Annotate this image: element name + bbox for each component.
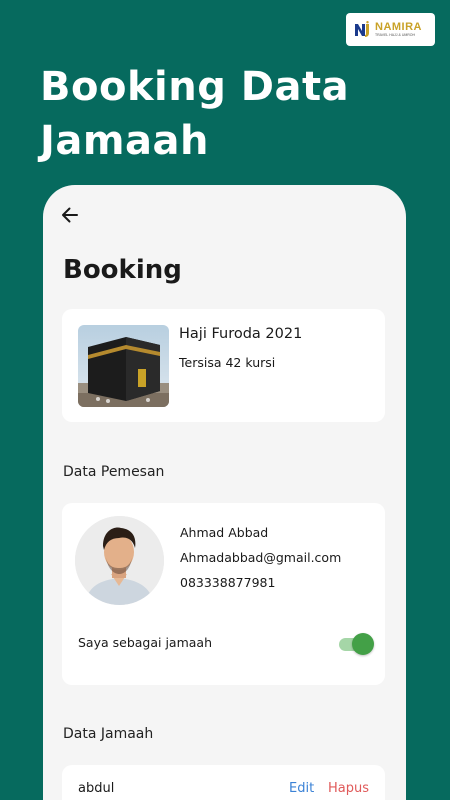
booker-card: Ahmad Abbad Ahmadabbad@gmail.com 0833388… bbox=[62, 503, 385, 685]
namira-logo-icon bbox=[355, 20, 369, 37]
brand-name: NAMIRA bbox=[375, 20, 422, 33]
pilgrim-name: abdul bbox=[78, 781, 115, 796]
kaaba-image bbox=[78, 325, 169, 407]
brand-logo: NAMIRA TRAVEL HAJJ & UMROH bbox=[346, 13, 435, 46]
trip-name: Haji Furoda 2021 bbox=[179, 326, 303, 342]
booker-name: Ahmad Abbad bbox=[180, 525, 269, 540]
trip-card[interactable]: Haji Furoda 2021 Tersisa 42 kursi bbox=[62, 309, 385, 422]
headline-line-2: Jamaah bbox=[40, 118, 210, 164]
trip-seats-remaining: Tersisa 42 kursi bbox=[179, 355, 276, 370]
promo-headline: Booking Data Jamaah bbox=[40, 60, 400, 168]
as-pilgrim-label: Saya sebagai jamaah bbox=[78, 635, 213, 650]
booker-section-label: Data Pemesan bbox=[63, 464, 165, 480]
arrow-left-icon[interactable] bbox=[60, 205, 80, 225]
headline-line-1: Booking Data bbox=[40, 64, 350, 110]
pilgrims-section-label: Data Jamaah bbox=[63, 726, 154, 742]
brand-tagline: TRAVEL HAJJ & UMROH bbox=[375, 32, 416, 37]
as-pilgrim-toggle[interactable] bbox=[339, 633, 375, 655]
booker-phone: 083338877981 bbox=[180, 575, 276, 590]
booker-email: Ahmadabbad@gmail.com bbox=[180, 550, 342, 565]
list-item: abdul Edit Hapus bbox=[62, 765, 385, 800]
delete-pilgrim-button[interactable]: Hapus bbox=[328, 781, 369, 796]
toggle-thumb bbox=[352, 633, 374, 655]
avatar bbox=[75, 516, 164, 605]
page-title: Booking bbox=[63, 255, 182, 285]
phone-screen: Booking Haji Furoda 2021 Tersisa 42 kurs… bbox=[43, 185, 406, 800]
edit-pilgrim-button[interactable]: Edit bbox=[289, 781, 314, 796]
